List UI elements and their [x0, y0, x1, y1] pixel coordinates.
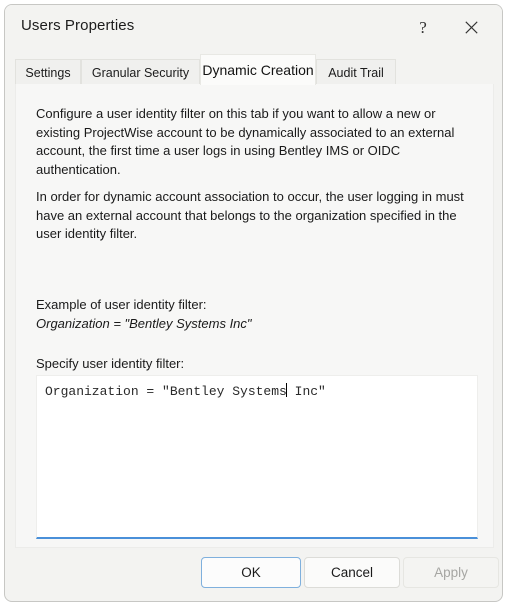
cancel-button[interactable]: Cancel	[304, 557, 400, 588]
tab-panel-dynamic-creation: Configure a user identity filter on this…	[15, 84, 494, 548]
ok-button-label: OK	[241, 565, 261, 580]
specify-filter-label: Specify user identity filter:	[36, 356, 185, 371]
help-button[interactable]: ?	[406, 11, 440, 43]
close-icon	[464, 20, 478, 34]
tab-audit-trail[interactable]: Audit Trail	[316, 59, 396, 85]
example-filter-value: Organization = "Bentley Systems Inc"	[36, 316, 252, 331]
tab-dynamic-creation[interactable]: Dynamic Creation	[200, 54, 316, 85]
apply-button: Apply	[403, 557, 499, 588]
tab-granular-security[interactable]: Granular Security	[81, 59, 200, 85]
example-label: Example of user identity filter:	[36, 297, 207, 312]
tab-settings[interactable]: Settings	[15, 59, 81, 85]
dialog-footer: OK Cancel Apply	[5, 546, 502, 601]
ok-button[interactable]: OK	[201, 557, 301, 588]
tab-label: Audit Trail	[328, 65, 384, 80]
close-button[interactable]	[454, 11, 488, 43]
users-properties-dialog: Users Properties ? Settings Granular Sec…	[4, 4, 503, 602]
apply-button-label: Apply	[434, 565, 468, 580]
filter-text-before-caret: Organization = "Bentley Systems	[45, 384, 287, 399]
tab-label: Dynamic Creation	[202, 62, 314, 78]
tab-label: Settings	[25, 65, 71, 80]
description-paragraph-1: Configure a user identity filter on this…	[36, 106, 455, 177]
question-mark-icon: ?	[419, 17, 427, 37]
cancel-button-label: Cancel	[330, 565, 374, 580]
title-bar: Users Properties ?	[5, 5, 502, 49]
window-title: Users Properties	[21, 17, 135, 34]
user-identity-filter-input[interactable]: Organization = "Bentley Systems Inc"	[36, 375, 478, 539]
filter-text-after-caret: Inc"	[286, 384, 326, 399]
description-paragraph-2: In order for dynamic account association…	[36, 189, 464, 241]
tab-strip: Settings Granular Security Dynamic Creat…	[5, 49, 502, 85]
tab-label: Granular Security	[91, 65, 190, 80]
